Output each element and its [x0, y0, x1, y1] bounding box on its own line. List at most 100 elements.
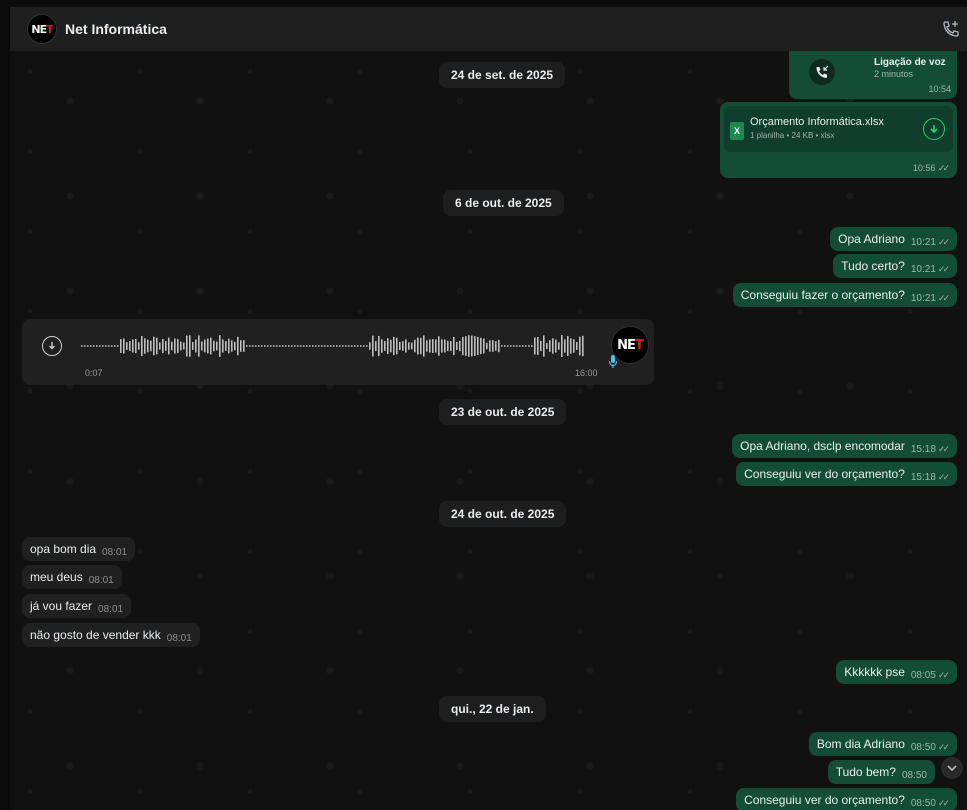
waveform-bar	[441, 339, 443, 353]
waveform-bar	[420, 337, 422, 355]
voice-call-message[interactable]: Ligação de voz 2 minutos 10:54	[789, 51, 957, 99]
outgoing-message[interactable]: Tudo certo? 10:21 ✓✓	[833, 254, 957, 278]
waveform-bar	[519, 345, 521, 347]
waveform-bar	[384, 341, 386, 351]
message-time: 08:01	[166, 633, 192, 644]
waveform-bar	[396, 337, 398, 355]
waveform-bar	[267, 345, 269, 347]
waveform-bar	[294, 345, 296, 347]
waveform-bar	[579, 336, 581, 356]
waveform-bar	[162, 339, 164, 353]
waveform-bar	[570, 338, 572, 354]
waveform-bar	[114, 345, 116, 347]
waveform-bar	[492, 340, 494, 352]
waveform-bar	[375, 341, 377, 351]
waveform-bar	[507, 345, 509, 347]
audio-waveform[interactable]	[75, 333, 585, 359]
download-icon[interactable]	[923, 118, 945, 140]
message-time: 08:01	[88, 575, 114, 586]
outgoing-message[interactable]: Conseguiu ver do orçamento? 15:18 ✓✓	[736, 462, 957, 486]
waveform-bar	[504, 345, 506, 347]
outgoing-message[interactable]: Kkkkkk pse 08:05 ✓✓	[836, 660, 957, 684]
phone-callback-icon	[809, 59, 835, 85]
message-time: 10:21	[910, 264, 936, 275]
waveform-bar	[345, 345, 347, 347]
waveform-bar	[99, 345, 101, 347]
waveform-bar	[219, 335, 221, 357]
incoming-message[interactable]: meu deus 08:01	[22, 565, 122, 589]
waveform-bar	[264, 345, 266, 347]
message-time: 15:18	[910, 444, 936, 455]
waveform-bar	[81, 345, 83, 347]
outgoing-message[interactable]: Conseguiu ver do orçamento? 08:50 ✓✓	[736, 788, 957, 810]
double-check-icon: ✓✓	[937, 798, 950, 808]
file-info: 1 planilha • 24 KB • xlsx	[750, 131, 835, 140]
outgoing-message[interactable]: Opa Adriano, dsclp encomodar 15:18 ✓✓	[732, 434, 957, 458]
waveform-bar	[156, 337, 158, 355]
waveform-bar	[246, 345, 248, 347]
waveform-bar	[120, 339, 122, 353]
download-icon[interactable]	[42, 336, 62, 356]
phone-plus-icon[interactable]	[941, 19, 961, 39]
voice-message[interactable]: 0:07 16:00 NE T	[22, 319, 654, 385]
message-text: Opa Adriano, dsclp encomodar	[740, 439, 905, 453]
chat-title[interactable]: Net Informática	[65, 21, 167, 37]
waveform-bar	[153, 336, 155, 356]
file-attachment[interactable]: X Orçamento Informática.xlsx 1 planilha …	[724, 106, 953, 152]
waveform-bar	[123, 338, 125, 354]
incoming-message[interactable]: não gosto de vender kkk 08:01	[22, 623, 200, 647]
message-meta: 15:18 ✓✓	[911, 472, 950, 483]
message-meta: 10:21 ✓✓	[910, 264, 950, 275]
waveform-bar	[87, 345, 89, 347]
message-text: Tudo bem?	[835, 765, 896, 779]
waveform-bar	[534, 337, 536, 355]
waveform-bar	[552, 338, 554, 354]
waveform-bar	[501, 345, 503, 347]
waveform-bar	[351, 345, 353, 347]
chat-area[interactable]: Ligação de voz 2 minutos 10:54 24 de set…	[10, 51, 967, 810]
message-time: 10:54	[928, 84, 951, 94]
incoming-message[interactable]: já vou fazer 08:01	[22, 594, 132, 618]
waveform-bar	[573, 339, 575, 353]
waveform-bar	[348, 345, 350, 347]
waveform-bar	[291, 345, 293, 347]
waveform-bar	[423, 335, 425, 357]
waveform-bar	[300, 345, 302, 347]
waveform-bar	[312, 345, 314, 347]
waveform-bar	[306, 345, 308, 347]
call-title: Ligação de voz	[874, 57, 946, 68]
waveform-bar	[165, 341, 167, 351]
chevron-down-icon[interactable]	[941, 757, 963, 779]
audio-duration: 0:07	[85, 368, 103, 378]
waveform-bar	[183, 342, 185, 350]
date-separator: 24 de out. de 2025	[439, 501, 567, 527]
waveform-bar	[435, 339, 437, 353]
outgoing-message[interactable]: Bom dia Adriano 08:50 ✓✓	[808, 732, 957, 756]
waveform-bar	[195, 339, 197, 353]
date-separator: 24 de set. de 2025	[439, 62, 566, 88]
message-time: 10:56	[912, 163, 936, 173]
waveform-bar	[249, 345, 251, 347]
outgoing-message[interactable]: Opa Adriano 10:21 ✓✓	[830, 227, 957, 251]
waveform-bar	[432, 339, 434, 353]
microphone-icon	[608, 355, 618, 368]
message-time: 16:00	[575, 368, 598, 378]
outgoing-message[interactable]: Conseguiu fazer o orçamento? 10:21 ✓✓	[732, 283, 957, 307]
waveform-bar	[261, 345, 263, 347]
incoming-message[interactable]: opa bom dia 08:01	[22, 537, 136, 561]
message-text: Conseguiu fazer o orçamento?	[740, 288, 905, 302]
waveform-bar	[477, 337, 479, 355]
double-check-icon: ✓✓	[937, 264, 950, 274]
waveform-bar	[438, 336, 440, 356]
waveform-bar	[564, 339, 566, 353]
outgoing-message[interactable]: Tudo bem? 08:50	[827, 760, 935, 784]
message-meta: 10:21 ✓✓	[911, 293, 950, 304]
contact-avatar[interactable]: NE T	[27, 14, 57, 44]
waveform-bar	[171, 341, 173, 351]
waveform-bar	[96, 345, 98, 347]
waveform-bar	[459, 340, 461, 352]
waveform-bar	[129, 341, 131, 351]
file-message[interactable]: X Orçamento Informática.xlsx 1 planilha …	[720, 102, 957, 178]
double-check-icon: ✓✓	[937, 444, 950, 454]
waveform-bar	[444, 339, 446, 353]
